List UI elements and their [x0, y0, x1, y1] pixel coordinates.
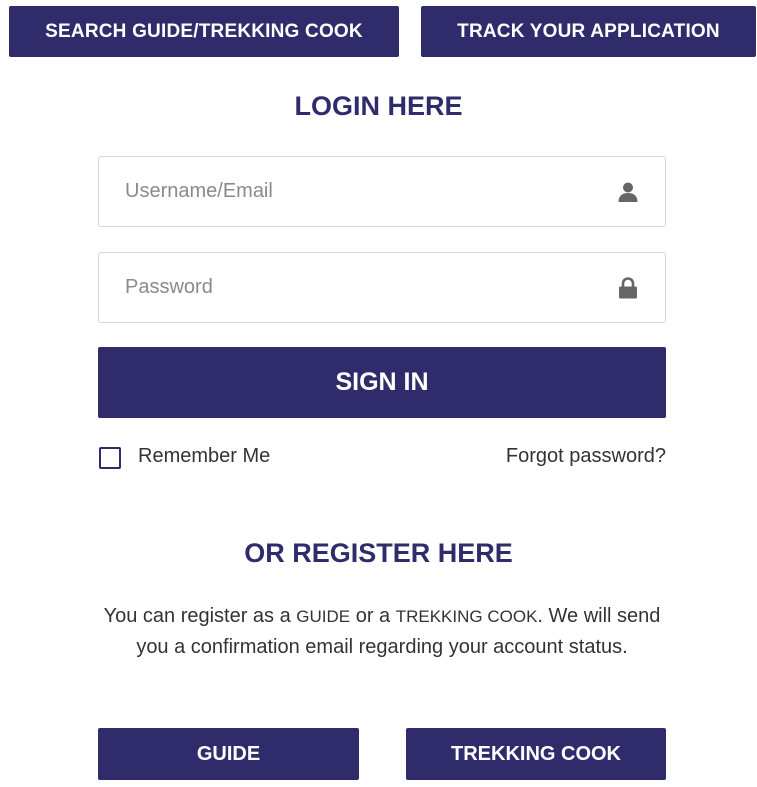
register-text-cook: TREKKING COOK	[395, 607, 538, 626]
remember-me-checkbox[interactable]	[99, 447, 121, 469]
track-application-button[interactable]: TRACK YOUR APPLICATION	[421, 6, 756, 57]
login-title: LOGIN HERE	[294, 91, 463, 121]
username-field[interactable]	[98, 156, 666, 227]
register-trekking-cook-button[interactable]: TREKKING COOK	[406, 728, 666, 780]
lock-icon	[615, 275, 641, 301]
register-guide-button[interactable]: GUIDE	[98, 728, 359, 780]
forgot-password-link[interactable]: Forgot password?	[506, 445, 666, 468]
password-input[interactable]	[99, 253, 615, 322]
register-text-part2: or a	[350, 605, 396, 627]
register-title: OR REGISTER HERE	[244, 538, 513, 568]
password-field[interactable]	[98, 252, 666, 323]
register-text-guide: GUIDE	[296, 607, 351, 626]
search-guide-cook-button[interactable]: SEARCH GUIDE/TREKKING COOK	[9, 6, 399, 57]
register-text-part1: You can register as a	[103, 605, 297, 627]
user-icon	[615, 179, 641, 205]
username-input[interactable]	[99, 157, 615, 226]
register-description: You can register as a GUIDE or a TREKKIN…	[98, 601, 666, 663]
remember-me-label[interactable]: Remember Me	[138, 445, 270, 468]
sign-in-button[interactable]: SIGN IN	[98, 347, 666, 418]
